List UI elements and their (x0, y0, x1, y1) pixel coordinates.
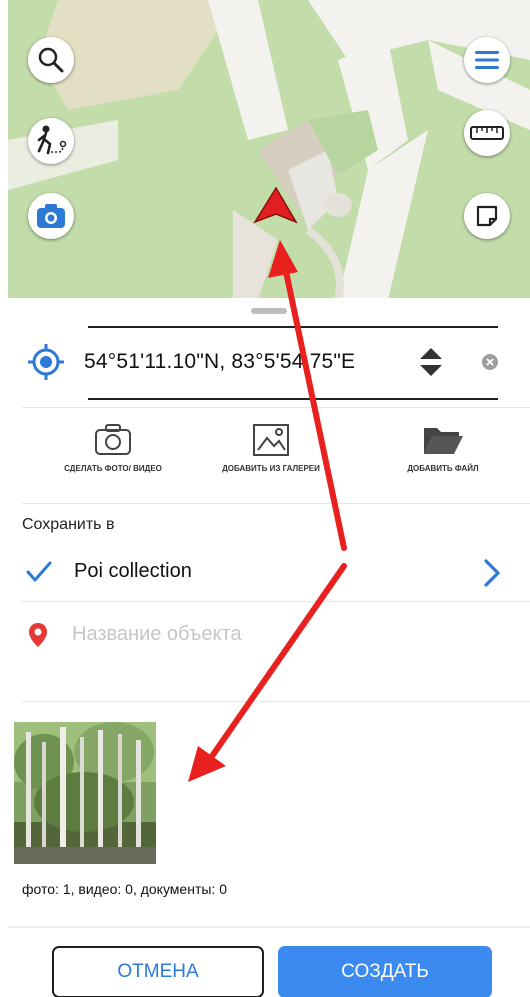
attachment-counts: фото: 1, видео: 0, документы: 0 (22, 881, 227, 897)
menu-button[interactable] (464, 37, 510, 83)
walking-route-icon (37, 125, 67, 155)
save-in-label: Сохранить в (22, 516, 115, 533)
attached-photo-thumbnail[interactable] (14, 722, 156, 864)
note-button[interactable] (464, 193, 510, 239)
check-icon (26, 561, 52, 582)
clear-icon[interactable] (482, 354, 498, 370)
location-pin-icon (29, 623, 47, 647)
divider (22, 701, 530, 702)
divider (22, 407, 530, 408)
add-from-gallery-button[interactable]: Добавить из галереи (196, 422, 346, 492)
add-file-button[interactable]: Добавить файл (368, 422, 518, 492)
action-label: Сделать фото/ видео (64, 464, 162, 473)
create-button[interactable]: СОЗДАТЬ (278, 946, 492, 997)
my-location-icon[interactable] (26, 342, 66, 382)
poi-create-sheet: 54°51'11.10"N, 83°5'54.75"E Сделать фото… (8, 298, 530, 997)
ruler-button[interactable] (464, 110, 510, 156)
map-view[interactable] (8, 0, 530, 300)
action-label: Добавить из галереи (222, 464, 320, 473)
screen: 54°51'11.10"N, 83°5'54.75"E Сделать фото… (0, 0, 530, 997)
divider (88, 326, 498, 328)
divider (22, 601, 530, 602)
chevron-right-icon (484, 559, 500, 587)
divider (22, 503, 530, 504)
collection-name: Poi collection (74, 560, 192, 582)
menu-icon (475, 51, 499, 69)
camera-button[interactable] (28, 193, 74, 239)
search-button[interactable] (28, 37, 74, 83)
cancel-button[interactable]: ОТМЕНА (52, 946, 264, 997)
drag-handle[interactable] (251, 308, 287, 314)
camera-icon (37, 204, 65, 228)
coordinates-text[interactable]: 54°51'11.10"N, 83°5'54.75"E (84, 350, 355, 374)
sort-arrows-icon[interactable] (418, 344, 444, 380)
folder-icon (424, 428, 463, 454)
divider (8, 926, 530, 928)
map-canvas (8, 0, 530, 300)
note-icon (476, 205, 498, 227)
collection-selector[interactable]: Poi collection (8, 546, 530, 600)
search-icon (38, 47, 64, 73)
coordinates-row: 54°51'11.10"N, 83°5'54.75"E (8, 326, 530, 402)
birch-trees-photo (14, 722, 156, 864)
camera-icon (95, 424, 131, 455)
action-label: Добавить файл (407, 464, 479, 473)
divider (88, 398, 498, 400)
object-name-row (8, 616, 530, 656)
object-name-input[interactable] (72, 618, 492, 650)
take-photo-video-button[interactable]: Сделать фото/ видео (38, 422, 188, 492)
ruler-icon (470, 126, 504, 140)
gallery-icon (253, 424, 289, 456)
route-button[interactable] (28, 118, 74, 164)
